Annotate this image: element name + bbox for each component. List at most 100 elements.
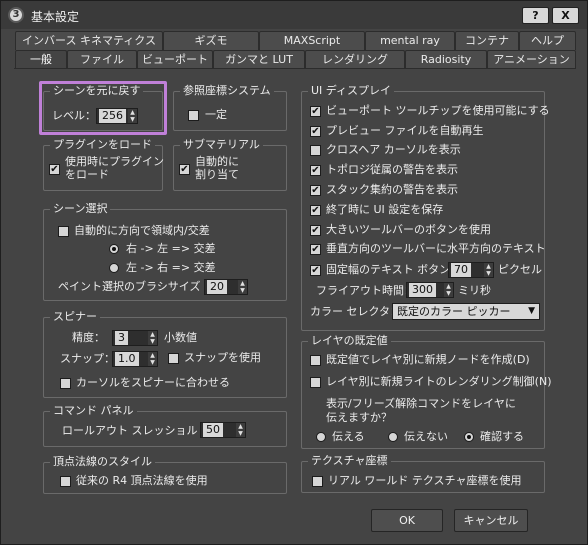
ref-coord-group: 参照座標システム 一定 <box>173 84 287 131</box>
plugin-load-line2: をロード <box>65 168 109 181</box>
propagate-question-line2: 伝えますか？ <box>326 411 392 424</box>
fixed-width-checkbox[interactable]: ✔ <box>310 265 321 276</box>
use-snap-label: スナップを使用 <box>184 351 261 364</box>
ask-radio[interactable] <box>464 432 474 442</box>
tab-general[interactable]: 一般 <box>15 50 67 69</box>
dropdown-arrow-icon[interactable]: ▼ <box>528 304 535 319</box>
scene-selection-group: シーン選択 自動的に方向で領域内/交差 右 -> 左 => 交差 左 -> 右 … <box>43 202 287 301</box>
tab-mental-ray[interactable]: mental ray <box>365 31 455 50</box>
paint-brush-value[interactable]: 20 <box>207 280 227 294</box>
vertex-normal-title: 頂点法線のスタイル <box>50 455 155 469</box>
plugin-load-checkbox[interactable]: ✔ <box>49 164 60 175</box>
tab-ik[interactable]: インバース キネマティクス <box>15 31 163 50</box>
pixel-unit-label: ピクセル <box>498 263 542 276</box>
plugin-load-line1: 使用時にプラグイン <box>65 155 164 168</box>
auto-dir-checkbox[interactable] <box>58 226 69 237</box>
texture-coords-group: テクスチャ座標 リアル ワールド テクスチャ座標を使用 <box>301 454 545 493</box>
tab-rendering[interactable]: レンダリング <box>305 50 405 69</box>
tab-animation[interactable]: アニメーション <box>487 50 576 69</box>
fixed-width-label: 固定幅のテキスト ボタン: <box>326 263 454 276</box>
left-to-right-radio[interactable] <box>109 263 119 273</box>
fixed-width-value[interactable]: 70 <box>451 263 471 277</box>
fixed-width-spinner[interactable]: 70 ▲ ▼ <box>448 262 494 278</box>
ui-option-checkbox[interactable]: ✔ <box>310 185 321 196</box>
tab-container[interactable]: コンテナ <box>455 31 519 50</box>
ui-option-label: トポロジ従属の警告を表示 <box>326 163 458 176</box>
ui-option-checkbox[interactable]: ✔ <box>310 165 321 176</box>
ui-option-checkbox[interactable]: ✔ <box>310 126 321 137</box>
legacy-normals-checkbox[interactable] <box>60 476 71 487</box>
const-checkbox[interactable] <box>188 110 199 121</box>
propagate-radio[interactable] <box>316 432 326 442</box>
help-button[interactable]: ? <box>522 7 549 24</box>
spinner-arrows-icon[interactable]: ▲ ▼ <box>236 423 245 437</box>
spinner-arrows-icon[interactable]: ▲ ▼ <box>444 283 453 297</box>
snap-label: スナップ： <box>60 352 115 365</box>
snap-value[interactable]: 1.0 <box>115 352 139 366</box>
tab-files[interactable]: ファイル <box>67 50 137 69</box>
spinner-arrows-icon[interactable]: ▲ ▼ <box>148 352 157 366</box>
cursor-wrap-checkbox[interactable] <box>60 378 71 389</box>
spinner-title: スピナー <box>50 310 100 324</box>
snap-spinner[interactable]: 1.0 ▲ ▼ <box>112 351 158 367</box>
tab-maxscript[interactable]: MAXScript <box>259 31 365 50</box>
decimals-label: 小数値 <box>164 331 197 344</box>
plugin-load-title: プラグインをロード <box>50 138 155 152</box>
preferences-dialog: 3 基本設定 ? X インバース キネマティクス ギズモ MAXScript m… <box>0 0 588 545</box>
ui-option-label: 垂直方向のツールバーに水平方向のテキスト <box>326 242 546 255</box>
precision-value[interactable]: 3 <box>115 331 128 345</box>
tab-help[interactable]: ヘルプ <box>519 31 576 50</box>
spinner-arrows-icon[interactable]: ▲ ▼ <box>484 263 493 277</box>
window-title: 基本設定 <box>31 10 80 24</box>
ui-option-checkbox[interactable]: ✔ <box>310 106 321 117</box>
ui-option-checkbox[interactable]: ✔ <box>310 225 321 236</box>
spinner-arrows-icon[interactable]: ▲ ▼ <box>238 280 247 294</box>
precision-spinner[interactable]: 3 ▲ ▼ <box>112 330 158 346</box>
flyout-time-value[interactable]: 300 <box>409 283 436 297</box>
spinner-arrows-icon[interactable]: ▲ ▼ <box>148 331 157 345</box>
paint-brush-label: ペイント選択のブラシサイズ <box>58 280 201 293</box>
layer-new-node-label: 既定値でレイヤ別に新規ノードを作成(D) <box>326 353 530 366</box>
layer-defaults-title: レイヤの既定値 <box>308 334 391 348</box>
paint-brush-spinner[interactable]: 20 ▲ ▼ <box>204 279 248 295</box>
propagate-label: 伝える <box>332 430 365 443</box>
close-button[interactable]: X <box>552 7 579 24</box>
rollout-threshold-value[interactable]: 50 <box>203 423 223 437</box>
title-bar[interactable]: 3 基本設定 ? X <box>1 1 587 29</box>
submaterial-checkbox[interactable]: ✔ <box>179 164 190 175</box>
scene-selection-title: シーン選択 <box>50 202 111 216</box>
left-to-right-label: 左 -> 右 => 交差 <box>126 261 216 274</box>
ms-unit-label: ミリ秒 <box>458 284 491 297</box>
use-snap-checkbox[interactable] <box>168 353 179 364</box>
right-to-left-radio[interactable] <box>109 244 119 254</box>
ui-option-label: スタック集約の警告を表示 <box>326 183 458 196</box>
tab-viewports[interactable]: ビューポート <box>137 50 213 69</box>
no-propagate-radio[interactable] <box>388 432 398 442</box>
ui-option-label: プレビュー ファイルを自動再生 <box>326 124 484 137</box>
ui-option-label: 終了時に UI 設定を保存 <box>326 203 444 216</box>
tab-gamma-lut[interactable]: ガンマと LUT <box>213 50 305 69</box>
cursor-wrap-label: カーソルをスピナーに合わせる <box>76 376 230 389</box>
ui-option-checkbox[interactable]: ✔ <box>310 205 321 216</box>
layer-light-render-checkbox[interactable] <box>310 377 321 388</box>
submaterial-title: サブマテリアル <box>180 138 263 152</box>
color-selector-value[interactable]: 既定のカラー ピッカー <box>397 305 511 318</box>
ui-option-checkbox[interactable] <box>310 145 321 156</box>
ui-option-label: クロスヘア カーソルを表示 <box>326 143 461 156</box>
tab-radiosity[interactable]: Radiosity <box>405 50 487 69</box>
rollout-threshold-spinner[interactable]: 50 ▲ ▼ <box>200 422 246 438</box>
ok-button[interactable]: OK <box>371 509 443 532</box>
ui-option-label: ビューポート ツールチップを使用可能にする <box>326 104 550 117</box>
layer-new-node-checkbox[interactable] <box>310 355 321 366</box>
ui-option-checkbox[interactable]: ✔ <box>310 244 321 255</box>
color-selector-dropdown[interactable]: 既定のカラー ピッカー ▼ <box>392 303 540 320</box>
tab-gizmo[interactable]: ギズモ <box>163 31 259 50</box>
right-to-left-label: 右 -> 左 => 交差 <box>126 242 216 255</box>
flyout-time-spinner[interactable]: 300 ▲ ▼ <box>406 282 454 298</box>
real-world-tex-checkbox[interactable] <box>312 476 323 487</box>
submaterial-line2: 割り当て <box>195 168 239 181</box>
precision-label: 精度： <box>72 331 105 344</box>
texture-coords-title: テクスチャ座標 <box>308 454 391 468</box>
cancel-button[interactable]: キャンセル <box>454 509 528 532</box>
auto-dir-label: 自動的に方向で領域内/交差 <box>74 224 210 237</box>
